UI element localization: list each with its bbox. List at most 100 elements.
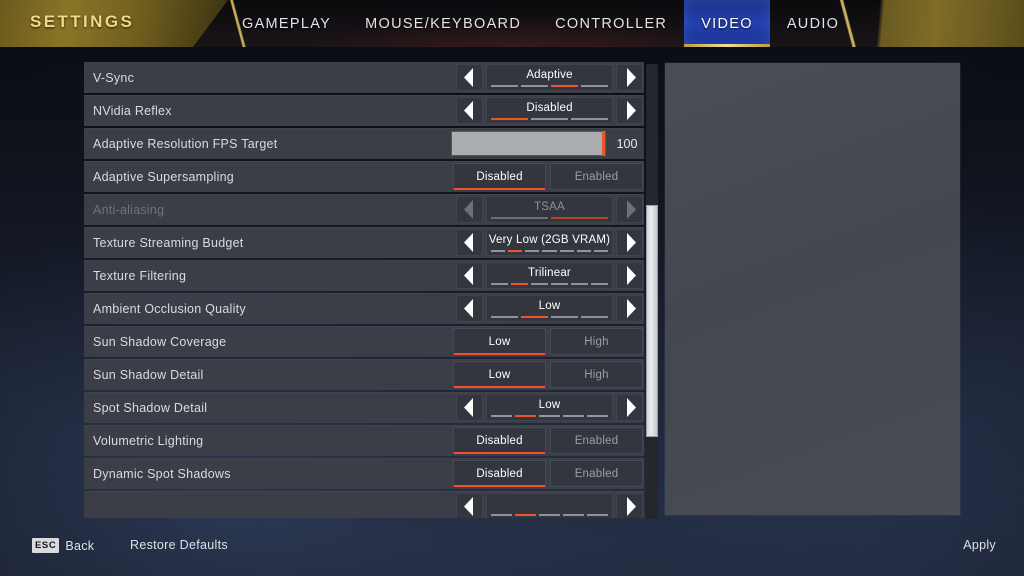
stepper-segment <box>491 513 512 516</box>
stepper-segments <box>491 117 608 120</box>
toggle-option-disabled[interactable]: Disabled <box>453 163 546 190</box>
setting-control: Low <box>456 293 643 324</box>
chevron-right-icon[interactable] <box>616 394 643 421</box>
chevron-right-icon[interactable] <box>616 97 643 124</box>
stepper-body[interactable]: Trilinear <box>486 262 613 289</box>
toggle-volumetric-lighting: Disabled Enabled <box>453 427 643 454</box>
stepper-segments <box>491 216 608 219</box>
toggle-option-low[interactable]: Low <box>453 328 546 355</box>
back-button[interactable]: ESC Back <box>32 538 94 553</box>
setting-control: Disabled Enabled <box>453 458 643 489</box>
toggle-option-high[interactable]: High <box>550 361 643 388</box>
stepper-segment <box>581 315 608 318</box>
chevron-right-icon[interactable] <box>616 229 643 256</box>
tab-label: CONTROLLER <box>555 15 668 32</box>
tab-gameplay[interactable]: GAMEPLAY <box>225 0 348 47</box>
esc-key-badge: ESC <box>32 538 60 553</box>
chevron-right-icon[interactable] <box>616 493 643 518</box>
chevron-left-icon[interactable] <box>456 97 483 124</box>
stepper-body[interactable] <box>486 493 613 518</box>
stepper-segment <box>521 315 548 318</box>
setting-row-nvidia-reflex: NVidia Reflex Disabled <box>84 95 644 126</box>
setting-control: Low High <box>453 359 643 390</box>
stepper-ambient-occlusion-quality: Low <box>456 295 643 322</box>
stepper-value: Low <box>538 300 561 312</box>
chevron-left-icon[interactable] <box>456 64 483 91</box>
stepper-body[interactable]: Disabled <box>486 97 613 124</box>
chevron-right-icon[interactable] <box>616 262 643 289</box>
chevron-right-icon[interactable] <box>616 64 643 91</box>
stepper-row <box>456 493 643 518</box>
stepper-body[interactable]: Very Low (2GB VRAM) <box>486 229 613 256</box>
chevron-left-icon[interactable] <box>456 295 483 322</box>
setting-label: Adaptive Resolution FPS Target <box>93 136 278 151</box>
setting-control <box>456 491 643 518</box>
stepper-segments <box>491 414 608 417</box>
slider-adaptive-resolution-fps-target: 100 <box>451 131 643 156</box>
apply-button[interactable]: Apply <box>963 538 996 552</box>
setting-row-texture-filtering: Texture Filtering Trilinear <box>84 260 644 291</box>
chevron-left-icon[interactable] <box>456 394 483 421</box>
stepper-segment <box>587 414 608 417</box>
toggle-option-disabled[interactable]: Disabled <box>453 460 546 487</box>
stepper-value: TSAA <box>534 201 565 213</box>
toggle-option-high[interactable]: High <box>550 328 643 355</box>
stepper-value: Disabled <box>526 102 573 114</box>
slider-handle[interactable] <box>602 131 605 156</box>
chevron-left-icon[interactable] <box>456 493 483 518</box>
stepper-body[interactable]: Low <box>486 394 613 421</box>
chevron-left-icon[interactable] <box>456 229 483 256</box>
stepper-body[interactable]: TSAA <box>486 196 613 223</box>
setting-label: Ambient Occlusion Quality <box>93 301 246 316</box>
stepper-segment <box>491 315 518 318</box>
tab-label: AUDIO <box>786 15 840 32</box>
stepper-segment <box>491 282 508 285</box>
setting-control: Disabled <box>456 95 643 126</box>
tab-mouse-keyboard[interactable]: MOUSE/KEYBOARD <box>348 0 538 47</box>
toggle-option-enabled[interactable]: Enabled <box>550 460 643 487</box>
toggle-option-enabled[interactable]: Enabled <box>550 163 643 190</box>
scrollbar-track[interactable] <box>646 64 658 519</box>
stepper-segment <box>563 414 584 417</box>
toggle-option-low[interactable]: Low <box>453 361 546 388</box>
stepper-segment <box>551 84 578 87</box>
setting-label: Spot Shadow Detail <box>93 400 208 415</box>
stepper-segments <box>491 84 608 87</box>
tab-audio[interactable]: AUDIO <box>770 0 856 47</box>
slider-track[interactable] <box>451 131 606 156</box>
stepper-spot-shadow-detail: Low <box>456 394 643 421</box>
chevron-right-icon[interactable] <box>616 196 643 223</box>
setting-label: Texture Streaming Budget <box>93 235 244 250</box>
setting-row-dynamic-spot-shadows: Dynamic Spot Shadows Disabled Enabled <box>84 458 644 489</box>
chevron-left-icon[interactable] <box>456 262 483 289</box>
stepper-segment <box>511 282 528 285</box>
tab-video[interactable]: VIDEO <box>684 0 770 47</box>
setting-control: TSAA <box>456 194 643 225</box>
stepper-body[interactable]: Low <box>486 295 613 322</box>
page-title: SETTINGS <box>30 12 135 31</box>
tab-label: MOUSE/KEYBOARD <box>365 15 522 32</box>
stepper-segment <box>551 216 608 219</box>
stepper-segment <box>593 249 608 252</box>
stepper-segment <box>531 117 568 120</box>
slider-value: 100 <box>616 136 638 151</box>
tab-controller[interactable]: CONTROLLER <box>538 0 684 47</box>
stepper-segments <box>491 282 608 285</box>
stepper-body[interactable]: Adaptive <box>486 64 613 91</box>
setting-row-spot-shadow-detail: Spot Shadow Detail Low <box>84 392 644 423</box>
restore-defaults-button[interactable]: Restore Defaults <box>130 538 228 552</box>
chevron-left-icon[interactable] <box>456 196 483 223</box>
setting-row-sun-shadow-detail: Sun Shadow Detail Low High <box>84 359 644 390</box>
stepper-segment <box>559 249 574 252</box>
toggle-option-disabled[interactable]: Disabled <box>453 427 546 454</box>
setting-row-row <box>84 491 644 518</box>
setting-row-ambient-occlusion-quality: Ambient Occlusion Quality Low <box>84 293 644 324</box>
tab-label: GAMEPLAY <box>242 15 332 32</box>
scrollbar-thumb[interactable] <box>646 205 658 438</box>
setting-label: Sun Shadow Detail <box>93 367 204 382</box>
setting-control: Adaptive <box>456 62 643 93</box>
stepper-segment <box>587 513 608 516</box>
chevron-right-icon[interactable] <box>616 295 643 322</box>
setting-control: Low High <box>453 326 643 357</box>
toggle-option-enabled[interactable]: Enabled <box>550 427 643 454</box>
